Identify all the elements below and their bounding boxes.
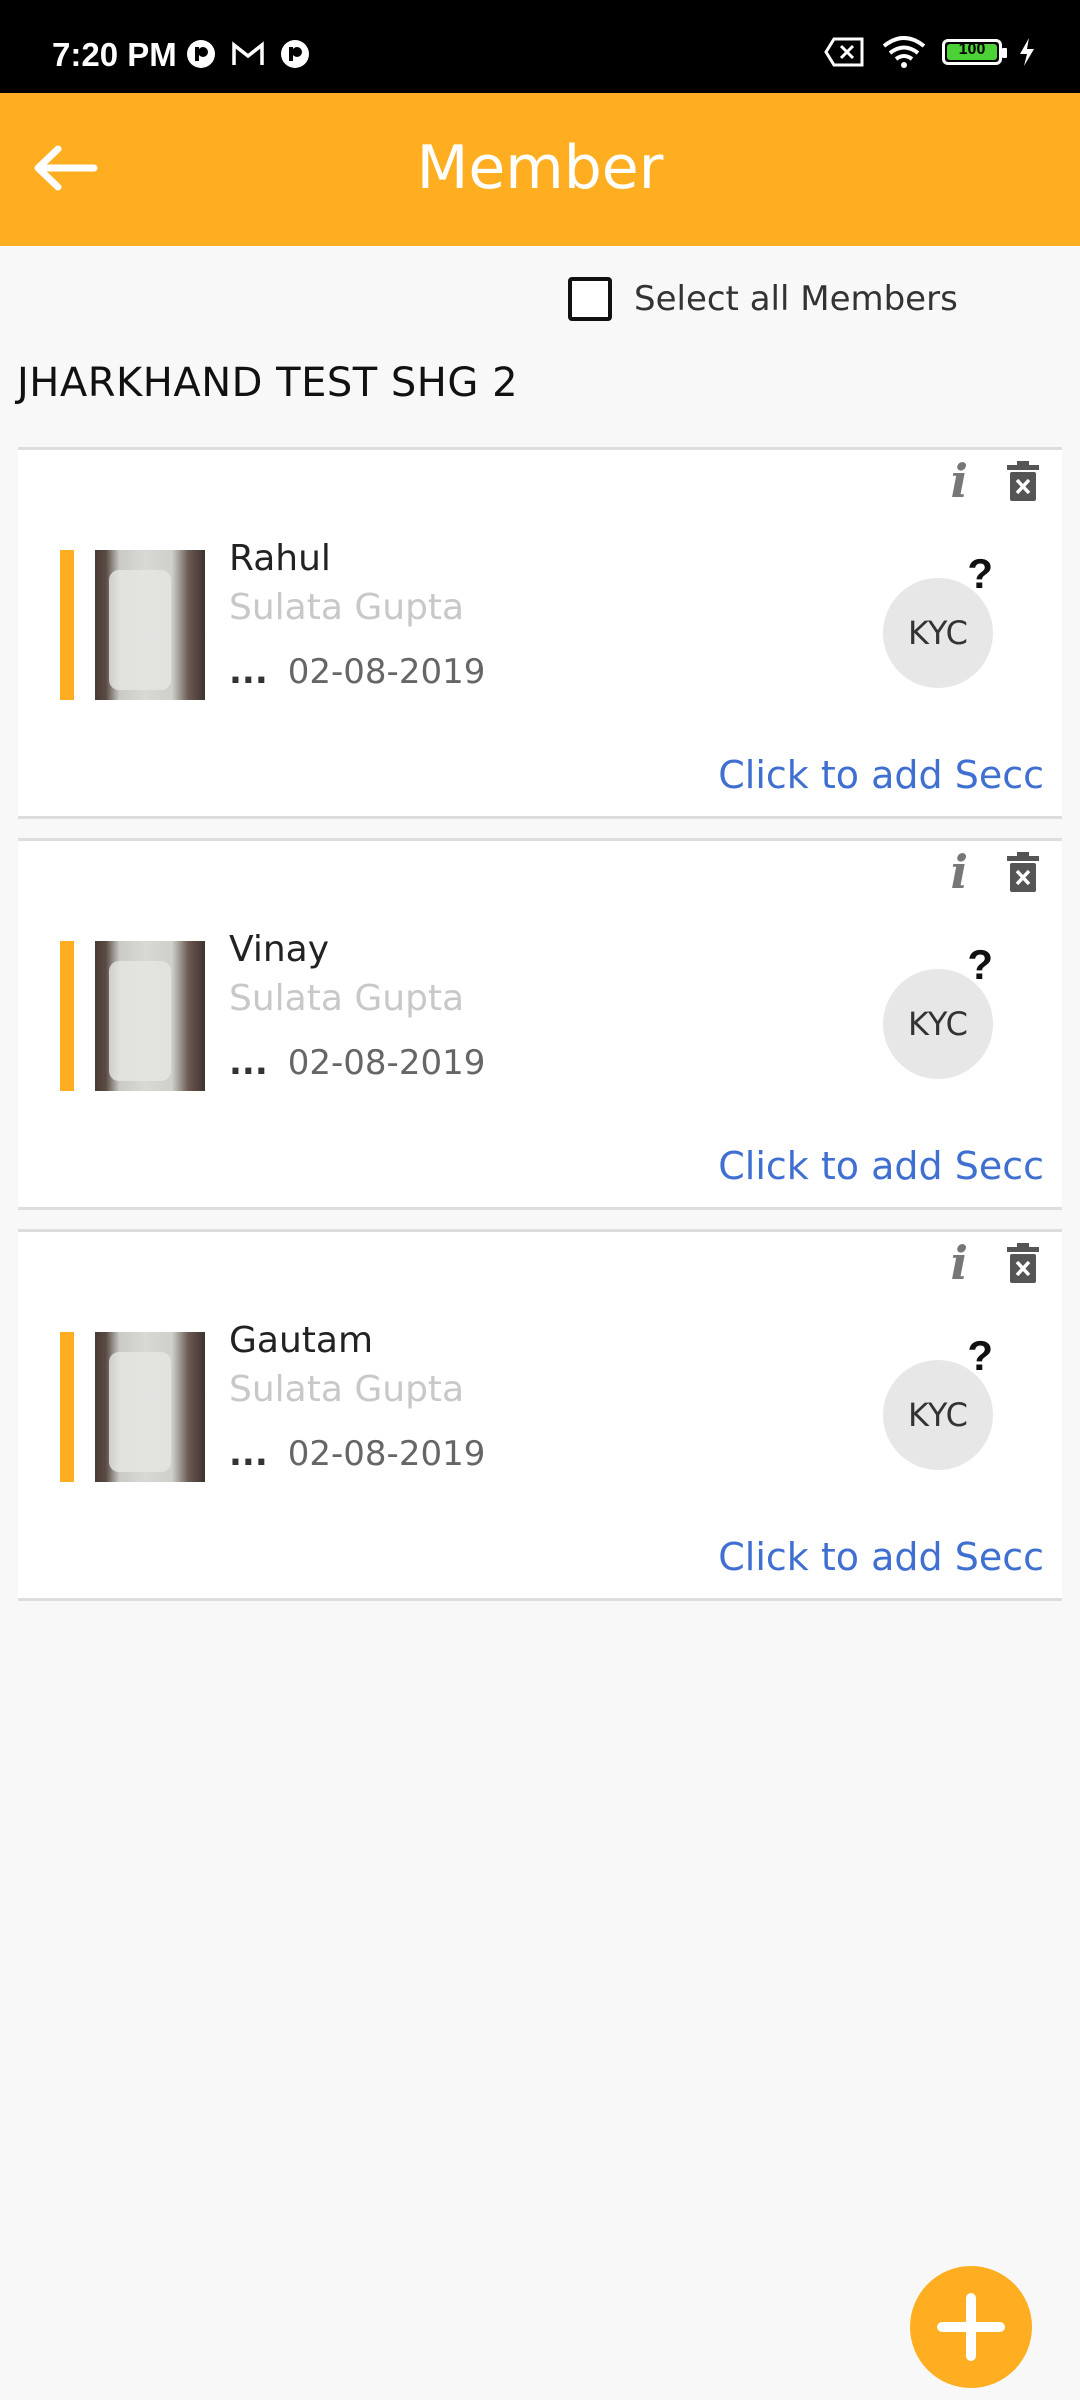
page-title: Member	[416, 133, 664, 203]
member-card[interactable]: i Rahul Sulata Gupta ... 02-08-2019 KYC …	[18, 447, 1062, 819]
battery-level: 100	[958, 41, 986, 58]
member-photo	[95, 941, 205, 1091]
kyc-pending-mark: ?	[967, 941, 993, 988]
kyc-pending-mark: ?	[967, 1332, 993, 1379]
select-all-label: Select all Members	[634, 279, 958, 319]
card-actions: i	[951, 849, 1040, 895]
delete-icon[interactable]	[1006, 851, 1040, 893]
app-notification-icon	[187, 40, 215, 68]
add-secc-link[interactable]: Click to add Secc	[718, 753, 1044, 797]
member-guardian: Sulata Gupta	[229, 978, 465, 1019]
member-card[interactable]: i Vinay Sulata Gupta ... 02-08-2019 KYC …	[18, 838, 1062, 1210]
member-name: Vinay	[229, 929, 330, 970]
status-bar: 7:20 PM 100	[0, 0, 1080, 93]
wifi-icon	[882, 36, 926, 68]
select-all-members[interactable]: Select all Members	[568, 274, 958, 324]
ellipsis: ...	[229, 1043, 268, 1083]
member-photo	[95, 550, 205, 700]
accent-bar	[60, 941, 74, 1091]
member-name: Gautam	[229, 1320, 374, 1361]
add-secc-link[interactable]: Click to add Secc	[718, 1144, 1044, 1188]
card-actions: i	[951, 1240, 1040, 1286]
add-secc-link[interactable]: Click to add Secc	[718, 1535, 1044, 1579]
charging-icon	[1020, 38, 1034, 66]
select-all-checkbox[interactable]	[568, 277, 612, 321]
app-notification-icon-2	[281, 40, 309, 68]
info-icon[interactable]: i	[951, 849, 968, 895]
kyc-status[interactable]: KYC ?	[883, 1332, 993, 1470]
member-guardian: Sulata Gupta	[229, 1369, 465, 1410]
app-bar: Member	[0, 93, 1080, 246]
no-sim-icon	[824, 37, 864, 67]
notification-icons	[185, 38, 311, 70]
info-icon[interactable]: i	[951, 1240, 968, 1286]
card-actions: i	[951, 458, 1040, 504]
member-date: 02-08-2019	[287, 652, 486, 692]
accent-bar	[60, 550, 74, 700]
status-time: 7:20 PM	[52, 36, 177, 73]
member-date-row: ... 02-08-2019	[229, 1043, 485, 1083]
kyc-pending-mark: ?	[967, 550, 993, 597]
member-date-row: ... 02-08-2019	[229, 1434, 485, 1474]
kyc-status[interactable]: KYC ?	[883, 941, 993, 1079]
gmail-icon	[232, 41, 264, 65]
kyc-status[interactable]: KYC ?	[883, 550, 993, 688]
delete-icon[interactable]	[1006, 1242, 1040, 1284]
ellipsis: ...	[229, 1434, 268, 1474]
member-list: i Rahul Sulata Gupta ... 02-08-2019 KYC …	[18, 447, 1062, 1620]
ellipsis: ...	[229, 652, 268, 692]
accent-bar	[60, 1332, 74, 1482]
member-date: 02-08-2019	[287, 1043, 486, 1083]
member-date: 02-08-2019	[287, 1434, 486, 1474]
delete-icon[interactable]	[1006, 460, 1040, 502]
member-name: Rahul	[229, 538, 331, 579]
member-photo	[95, 1332, 205, 1482]
info-icon[interactable]: i	[951, 458, 968, 504]
system-icons: 100	[824, 36, 1036, 68]
plus-icon	[937, 2293, 1005, 2361]
member-date-row: ... 02-08-2019	[229, 652, 485, 692]
member-guardian: Sulata Gupta	[229, 587, 465, 628]
member-card[interactable]: i Gautam Sulata Gupta ... 02-08-2019 KYC…	[18, 1229, 1062, 1601]
group-name: JHARKHAND TEST SHG 2	[17, 360, 519, 406]
add-member-button[interactable]	[910, 2266, 1032, 2388]
battery-icon: 100	[942, 39, 1007, 65]
